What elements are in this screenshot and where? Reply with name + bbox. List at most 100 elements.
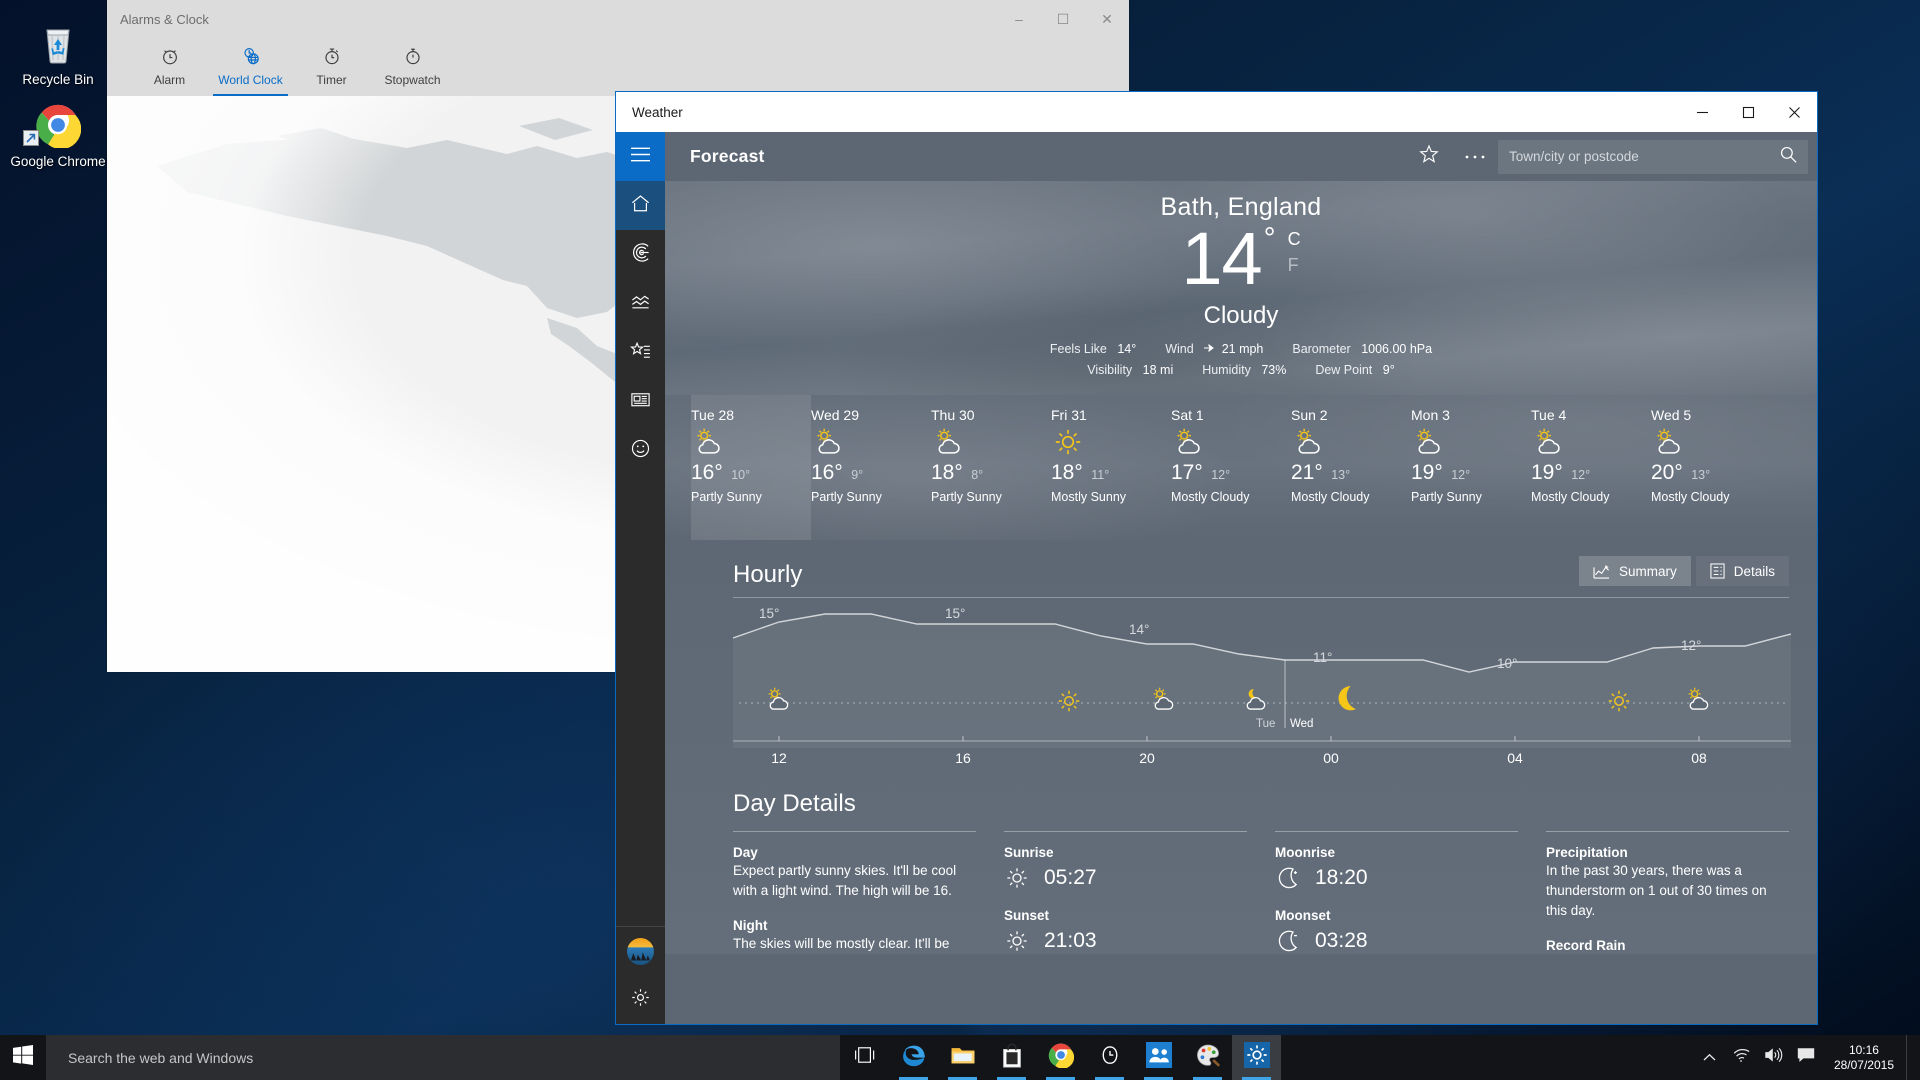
taskbar-item-file-explorer[interactable] xyxy=(938,1035,987,1080)
action-center-button[interactable] xyxy=(1790,1035,1822,1080)
forecast-card[interactable]: Wed 29 16° 9° Partly Sunny xyxy=(811,395,931,540)
show-hidden-icons-button[interactable] xyxy=(1694,1035,1726,1080)
tab-alarm[interactable]: Alarm xyxy=(129,38,210,96)
sidebar-item-maps[interactable] xyxy=(616,230,665,279)
pin-favorite-button[interactable] xyxy=(1406,132,1452,181)
alarms-maximize-button[interactable]: ☐ xyxy=(1041,0,1085,38)
unit-toggle[interactable]: C F xyxy=(1288,226,1301,278)
sunset-block: Sunset 21:03 xyxy=(1004,908,1247,954)
x-tick-label: 16 xyxy=(955,750,971,766)
location-search[interactable] xyxy=(1498,139,1808,174)
chrome-icon xyxy=(1048,1042,1074,1073)
search-button[interactable] xyxy=(1768,145,1808,169)
menu-button[interactable] xyxy=(616,132,665,181)
people-icon xyxy=(1145,1042,1172,1073)
sidebar-item-settings[interactable] xyxy=(616,975,665,1024)
forecast-desc: Mostly Cloudy xyxy=(1171,490,1250,504)
alarms-minimize-button[interactable]: – xyxy=(997,0,1041,38)
tab-stopwatch[interactable]: Stopwatch xyxy=(372,38,453,96)
day-divider-left-label: Tue xyxy=(1256,718,1276,730)
desktop-icon-recycle-bin[interactable]: Recycle Bin xyxy=(8,14,108,87)
taskbar-search-placeholder: Search the web and Windows xyxy=(68,1049,254,1066)
weather-window-title: Weather xyxy=(632,104,683,120)
weather-window[interactable]: Weather Forecast Town/city or postcode B… xyxy=(615,91,1818,1025)
column-rule xyxy=(1546,831,1789,832)
rail-spacer xyxy=(616,475,665,926)
more-options-button[interactable] xyxy=(1452,132,1498,181)
visibility-label: Visibility xyxy=(1087,363,1133,377)
star-list-icon xyxy=(630,340,651,366)
forecast-card[interactable]: Sun 2 21° 13° Mostly Cloudy xyxy=(1291,395,1411,540)
sidebar-item-send-feedback[interactable] xyxy=(616,426,665,475)
unit-fahrenheit[interactable]: F xyxy=(1288,252,1301,278)
forecast-low: 13° xyxy=(1691,468,1711,482)
taskbar-item-google-chrome[interactable] xyxy=(1036,1035,1085,1080)
hourly-view-toggle: Summary Details xyxy=(1578,556,1789,586)
sunrise-value: 05:27 xyxy=(1044,866,1097,889)
taskbar-item-store[interactable] xyxy=(987,1035,1036,1080)
taskbar-item-weather[interactable] xyxy=(1232,1035,1281,1080)
partly-sunny-icon xyxy=(931,425,1051,459)
desktop-icon-label: Recycle Bin xyxy=(22,72,94,87)
forecast-day: Tue 28 xyxy=(691,407,735,423)
forecast-card[interactable]: Wed 5 20° 13° Mostly Cloudy xyxy=(1651,395,1771,540)
forecast-card[interactable]: Tue 4 19° 12° Mostly Cloudy xyxy=(1531,395,1651,540)
weather-maximize-button[interactable] xyxy=(1725,92,1771,132)
sidebar-item-historical-weather[interactable] xyxy=(616,279,665,328)
forecast-card[interactable]: Mon 3 19° 12° Partly Sunny xyxy=(1411,395,1531,540)
tab-timer[interactable]: Timer xyxy=(291,38,372,96)
network-button[interactable] xyxy=(1726,1035,1758,1080)
forecast-card[interactable]: Tue 28 16° 10° Partly Sunny xyxy=(691,395,811,551)
sunny-icon xyxy=(1051,425,1171,459)
task-view-button[interactable] xyxy=(840,1035,889,1080)
tab-world-clock[interactable]: World Clock xyxy=(210,38,291,97)
forecast-day: Thu 30 xyxy=(931,407,975,423)
taskbar-item-people[interactable] xyxy=(1134,1035,1183,1080)
summary-tab[interactable]: Summary xyxy=(1578,556,1691,586)
forecast-card[interactable]: Thu 30 18° 8° Partly Sunny xyxy=(931,395,1051,540)
x-tick-label: 04 xyxy=(1507,750,1523,766)
forecast-high: 18° xyxy=(931,461,963,484)
partly-sunny-icon xyxy=(1651,425,1771,459)
weather-title-bar[interactable]: Weather xyxy=(616,92,1817,132)
search-input[interactable] xyxy=(1498,149,1768,164)
taskbar-clock[interactable]: 10:16 28/07/2015 xyxy=(1822,1043,1906,1073)
moonrise-block: Moonrise 18:20 xyxy=(1275,845,1518,891)
details-tab[interactable]: Details xyxy=(1695,556,1789,586)
taskbar-item-microsoft-edge[interactable] xyxy=(889,1035,938,1080)
sidebar-item-news[interactable] xyxy=(616,377,665,426)
forecast-card[interactable]: Fri 31 18° 11° Mostly Sunny xyxy=(1051,395,1171,540)
alarms-title-bar[interactable]: Alarms & Clock – ☐ ✕ xyxy=(107,0,1129,38)
weather-close-button[interactable] xyxy=(1771,92,1817,132)
unit-celsius[interactable]: C xyxy=(1288,226,1301,252)
forecast-temps: 18° 8° xyxy=(931,461,1051,485)
alarms-close-button[interactable]: ✕ xyxy=(1085,0,1129,38)
taskbar[interactable]: Search the web and Windows 10:16 28/07/2… xyxy=(0,1035,1920,1080)
day-summary-block: Day Expect partly sunny skies. It'll be … xyxy=(733,845,976,901)
moonrise-label: Moonrise xyxy=(1275,845,1336,860)
column-rule xyxy=(733,831,976,832)
start-button[interactable] xyxy=(0,1035,46,1080)
column-rule xyxy=(1004,831,1247,832)
weather-minimize-button[interactable] xyxy=(1679,92,1725,132)
show-desktop-button[interactable] xyxy=(1906,1035,1916,1080)
taskbar-item-alarms-clock[interactable] xyxy=(1085,1035,1134,1080)
forecast-low: 13° xyxy=(1331,468,1351,482)
hourly-chart[interactable]: 15° 15° 14° 11° 10° 12° Tue Wed xyxy=(733,600,1791,748)
taskbar-item-paint[interactable] xyxy=(1183,1035,1232,1080)
account-avatar[interactable] xyxy=(616,926,665,975)
volume-button[interactable] xyxy=(1758,1035,1790,1080)
forecast-low: 9° xyxy=(851,468,864,482)
moonrise-value: 18:20 xyxy=(1315,866,1368,889)
weather-body: Forecast Town/city or postcode Bath, Eng… xyxy=(616,132,1817,1024)
taskbar-search[interactable]: Search the web and Windows xyxy=(46,1035,840,1080)
details-tab-label: Details xyxy=(1733,563,1775,579)
sidebar-item-forecast[interactable] xyxy=(616,181,665,230)
desktop-icon-google-chrome[interactable]: Google Chrome xyxy=(8,96,108,169)
sidebar-item-favorites[interactable] xyxy=(616,328,665,377)
condition-text: Cloudy xyxy=(1203,302,1279,329)
forecast-card[interactable]: Sat 1 17° 12° Mostly Cloudy xyxy=(1171,395,1291,540)
feels-like-label: Feels Like xyxy=(1049,342,1107,356)
hourly-point-label: 15° xyxy=(945,606,966,621)
visibility-value: 18 mi xyxy=(1142,363,1174,377)
